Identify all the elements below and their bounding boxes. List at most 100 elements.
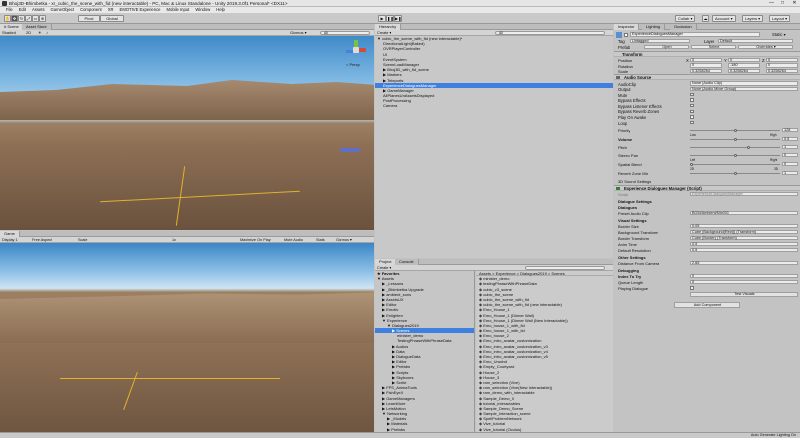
- prefab-overrides-button[interactable]: Overrides ▾: [738, 44, 793, 49]
- preset-audio-field[interactable]: BGM/Ambient/Mix001: [690, 210, 798, 215]
- dialogues-foldout[interactable]: Dialogues: [618, 205, 637, 210]
- scale-z-field[interactable]: 0.3258264: [766, 68, 798, 73]
- layer-label: Layer: [704, 39, 715, 44]
- pitch-value[interactable]: 1: [782, 144, 798, 149]
- scene-file-list: ◆ minister_demo ◆ testingPhraseWithPhrase…: [476, 276, 613, 432]
- rotation-x-field[interactable]: 0: [690, 63, 722, 68]
- pitch-label: Pitch: [618, 145, 627, 150]
- transform-tool-icon[interactable]: ⊕: [39, 14, 46, 22]
- project-search-input[interactable]: [525, 266, 605, 270]
- playing-dialogue-checkbox[interactable]: [690, 286, 694, 290]
- 3d-sound-settings-foldout[interactable]: 3D Sound Settings: [618, 179, 651, 184]
- audio-field-value[interactable]: None (Audio Mixer Group): [690, 86, 798, 92]
- pitch-slider[interactable]: [690, 147, 780, 148]
- scale-y-field[interactable]: 0.3258264: [728, 68, 760, 73]
- static-dropdown[interactable]: Static ▾: [772, 32, 786, 37]
- anim-time-field[interactable]: 0.5: [690, 241, 798, 246]
- rect-tool-icon[interactable]: ▭: [32, 14, 39, 22]
- spatial-blend-slider[interactable]: [690, 164, 780, 165]
- play-icon[interactable]: ▶: [378, 14, 386, 22]
- pause-icon[interactable]: ❚❚: [386, 14, 394, 22]
- scene-search-input[interactable]: All: [320, 31, 370, 35]
- tag-dropdown[interactable]: Untagged: [630, 38, 690, 43]
- minimize-button[interactable]: —: [766, 0, 777, 7]
- test-visuals-button[interactable]: Test Visuals: [690, 292, 798, 297]
- close-button[interactable]: ✕: [789, 0, 800, 7]
- reverb-zone-mix-value[interactable]: 1: [782, 170, 798, 175]
- step-icon[interactable]: ▶❚: [394, 14, 402, 22]
- prefab-open-button[interactable]: Open: [644, 44, 689, 49]
- spatial-blend-slider-knob[interactable]: [690, 162, 693, 166]
- layer-dropdown[interactable]: Default: [718, 38, 793, 43]
- cloud-icon[interactable]: ☁: [702, 14, 709, 22]
- status-bar: Auto Generate Lighting On: [0, 432, 800, 438]
- game-viewport[interactable]: [0, 243, 374, 432]
- default-resolution-field[interactable]: 0.5: [690, 247, 798, 252]
- cliff-wall: [0, 292, 374, 343]
- stereo-pan-right-label: Right: [770, 157, 778, 162]
- bg-transform-field[interactable]: Cube (Background(Rect)) (Transform): [690, 229, 798, 234]
- volume-value[interactable]: 0.5: [782, 136, 798, 141]
- account-dropdown[interactable]: Account ▾: [712, 15, 736, 22]
- dialogues-manager-header[interactable]: Experience Dialogues Manager (Script): [614, 185, 800, 191]
- hierarchy-item[interactable]: Camera: [375, 103, 613, 108]
- move-tool-icon[interactable]: ✥: [11, 14, 18, 22]
- audio-field-checkbox[interactable]: [690, 120, 694, 125]
- scene-viewport[interactable]: < Persp: [0, 36, 374, 230]
- audio-field-value[interactable]: None (Audio Clip): [690, 81, 798, 86]
- distance-field[interactable]: 2.65: [690, 260, 798, 265]
- spatial-blend-value[interactable]: 0: [782, 161, 798, 166]
- orientation-gizmo[interactable]: [346, 40, 366, 60]
- active-checkbox[interactable]: [624, 33, 628, 37]
- layers-dropdown[interactable]: Layers ▾: [742, 15, 764, 22]
- audio-field-checkbox[interactable]: [690, 98, 694, 102]
- stereo-pan-value[interactable]: 0: [782, 152, 798, 157]
- rotation-y-field[interactable]: -180: [728, 63, 760, 68]
- project-file-list: Assets > Experience > Dialogues2019 > Sc…: [476, 271, 613, 432]
- prefab-select-button[interactable]: Select: [691, 44, 736, 49]
- script-field: ExperienceDialoguesManager: [690, 191, 798, 196]
- pivot-toggle[interactable]: Pivot: [78, 14, 100, 22]
- hierarchy-search-input[interactable]: All: [495, 31, 605, 35]
- inspector-panel: ExperienceDialoguesManager Static ▾ Tag …: [614, 30, 800, 432]
- add-component-button[interactable]: Add Component: [674, 302, 740, 308]
- selected-object-gizmo[interactable]: [340, 148, 360, 152]
- global-toggle[interactable]: Global: [100, 14, 124, 22]
- object-name-field[interactable]: ExperienceDialoguesManager: [630, 32, 760, 37]
- stereo-pan-slider-knob[interactable]: [733, 153, 737, 157]
- queue-length-field[interactable]: 0: [690, 279, 798, 284]
- priority-value[interactable]: 128: [782, 127, 798, 132]
- index-to-try-field[interactable]: 0: [690, 273, 798, 278]
- hand-tool-icon[interactable]: ✋: [4, 14, 11, 22]
- unity-logo-icon: [2, 1, 7, 6]
- audio-field-checkbox[interactable]: [690, 115, 694, 119]
- volume-slider-knob[interactable]: [733, 137, 737, 141]
- maximize-button[interactable]: □: [777, 0, 788, 7]
- audio-fields: AudioClip None (Audio Clip) Output None (Au…: [614, 81, 800, 126]
- scene-file-name: Vive_tutorial (Oculus): [483, 426, 522, 432]
- perspective-label[interactable]: < Persp: [346, 62, 360, 67]
- audio-field-checkbox[interactable]: [690, 103, 694, 108]
- folder-tree-list: ▼ Assets ▶ _Lessons ▶ _Bhimbetka Upgrade ▶ …: [375, 276, 474, 432]
- scale-x-field[interactable]: 0.3258264: [690, 68, 722, 73]
- scale-tool-icon[interactable]: ⤢: [25, 14, 32, 22]
- rotate-tool-icon[interactable]: ↻: [18, 14, 25, 22]
- position-y-field[interactable]: 0: [728, 57, 760, 62]
- pitch-slider-knob[interactable]: [747, 145, 751, 149]
- transform-header[interactable]: Transform: [614, 51, 800, 57]
- spatial-3d-label: 3D: [774, 166, 779, 171]
- position-z-field[interactable]: 0: [766, 57, 798, 62]
- reverb-zone-mix-slider-knob[interactable]: [733, 171, 737, 175]
- border-size-field[interactable]: 0.05: [690, 223, 798, 228]
- position-x-field[interactable]: 0: [690, 57, 722, 62]
- cliff-wall: [0, 80, 374, 120]
- audio-source-header[interactable]: Audio Source: [614, 74, 800, 80]
- layout-dropdown[interactable]: Layout ▾: [769, 15, 791, 22]
- audio-field-checkbox[interactable]: [690, 92, 694, 97]
- audio-field-checkbox[interactable]: [690, 109, 694, 114]
- border-transform-field[interactable]: Cube (Border) (Transform): [690, 235, 798, 240]
- rotation-z-field[interactable]: 0: [766, 63, 798, 68]
- collab-dropdown[interactable]: Collab ▾: [675, 15, 696, 22]
- priority-high-label: High: [770, 132, 777, 137]
- priority-slider-knob[interactable]: [733, 128, 737, 132]
